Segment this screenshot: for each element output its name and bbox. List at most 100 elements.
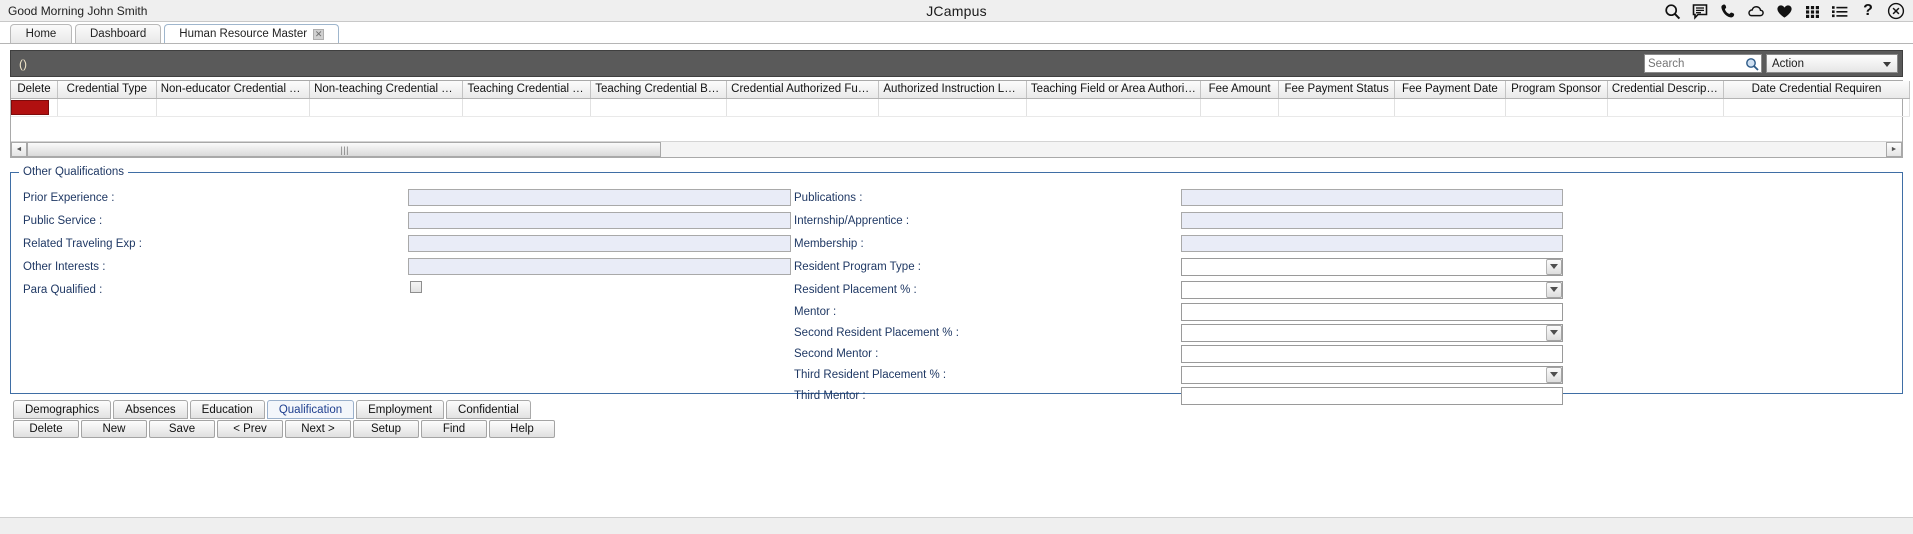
chevron-down-icon[interactable] bbox=[1546, 324, 1562, 341]
scrollbar-thumb[interactable]: ||| bbox=[27, 142, 661, 157]
chevron-down-icon[interactable] bbox=[1546, 281, 1562, 298]
button-label: New bbox=[102, 423, 126, 435]
help-icon[interactable]: ? bbox=[1859, 2, 1877, 20]
chat-icon[interactable] bbox=[1691, 2, 1709, 20]
application-body: () Action Delete bbox=[0, 44, 1913, 534]
column-header-delete[interactable]: Delete bbox=[11, 81, 58, 99]
setup-button[interactable]: Setup bbox=[353, 420, 419, 438]
window-tab-label: Human Resource Master bbox=[179, 28, 308, 40]
input-other-interests[interactable] bbox=[408, 258, 791, 275]
credential-grid: Delete Credential Type Non-educator Cred… bbox=[10, 80, 1911, 158]
find-button[interactable]: Find bbox=[421, 420, 487, 438]
input-internship-apprentice[interactable] bbox=[1181, 212, 1563, 229]
select-third-resident-placement-pct[interactable] bbox=[1181, 365, 1563, 384]
close-circle-icon[interactable] bbox=[1887, 2, 1905, 20]
search-icon[interactable] bbox=[1744, 56, 1759, 71]
select-resident-program-type[interactable] bbox=[1181, 257, 1563, 276]
grid-apps-icon[interactable] bbox=[1803, 2, 1821, 20]
delete-row-swatch[interactable] bbox=[11, 99, 49, 115]
scroll-right-arrow-icon[interactable]: ► bbox=[1886, 142, 1902, 157]
column-header-teaching-credential-basis[interactable]: Teaching Credential Basis bbox=[590, 81, 728, 99]
row-delete-cell[interactable] bbox=[11, 98, 58, 117]
search-input[interactable] bbox=[1645, 55, 1741, 72]
form-row-8: Second Mentor : bbox=[11, 342, 1902, 365]
label-public-service: Public Service : bbox=[23, 214, 103, 227]
prev-button[interactable]: < Prev bbox=[217, 420, 283, 438]
chevron-down-icon[interactable] bbox=[1546, 258, 1562, 275]
input-prior-experience[interactable] bbox=[408, 189, 791, 206]
cell-credential-authorized-function[interactable] bbox=[726, 98, 880, 117]
phone-icon[interactable] bbox=[1719, 2, 1737, 20]
column-header-non-educator-credential-type[interactable]: Non-educator Credential Type bbox=[156, 81, 311, 99]
cell-non-educator-credential-type[interactable] bbox=[156, 98, 311, 117]
input-mentor[interactable] bbox=[1181, 302, 1563, 321]
label-internship-apprentice: Internship/Apprentice : bbox=[794, 214, 910, 227]
cell-date-credential-required[interactable] bbox=[1723, 98, 1911, 117]
input-third-mentor[interactable] bbox=[1181, 386, 1563, 405]
form-row-10: Third Mentor : bbox=[11, 384, 1902, 407]
column-header-teaching-credential-type[interactable]: Teaching Credential Type bbox=[462, 81, 592, 99]
credential-table: Delete Credential Type Non-educator Cred… bbox=[11, 81, 1911, 117]
close-tab-icon[interactable]: ✕ bbox=[313, 28, 325, 40]
page-toolbar: () Action bbox=[10, 50, 1903, 77]
cell-program-sponsor[interactable] bbox=[1505, 98, 1608, 117]
search-box[interactable] bbox=[1644, 54, 1762, 73]
cell-teaching-credential-basis[interactable] bbox=[590, 98, 728, 117]
cell-teaching-credential-type[interactable] bbox=[462, 98, 592, 117]
window-tab-home[interactable]: Home bbox=[10, 24, 72, 43]
label-mentor: Mentor : bbox=[794, 305, 837, 318]
cell-fee-payment-status[interactable] bbox=[1278, 98, 1396, 117]
cloud-icon[interactable] bbox=[1747, 2, 1765, 20]
cell-authorized-instruction-level[interactable] bbox=[878, 98, 1027, 117]
new-button[interactable]: New bbox=[81, 420, 147, 438]
scroll-left-arrow-icon[interactable]: ◄ bbox=[11, 142, 27, 157]
button-label: Setup bbox=[370, 423, 402, 435]
input-publications[interactable] bbox=[1181, 189, 1563, 206]
input-related-traveling-exp[interactable] bbox=[408, 235, 791, 252]
select-second-resident-placement-pct[interactable] bbox=[1181, 323, 1563, 342]
chevron-down-icon bbox=[1883, 62, 1891, 67]
other-qualifications-section: Other Qualifications Prior Experience : … bbox=[10, 166, 1903, 405]
heart-icon[interactable] bbox=[1775, 2, 1793, 20]
help-button[interactable]: Help bbox=[489, 420, 555, 438]
input-second-mentor[interactable] bbox=[1181, 344, 1563, 363]
column-header-date-credential-required[interactable]: Date Credential Requiren bbox=[1723, 81, 1911, 99]
next-button[interactable]: Next > bbox=[285, 420, 351, 438]
window-tab-dashboard[interactable]: Dashboard bbox=[75, 24, 162, 43]
input-membership[interactable] bbox=[1181, 235, 1563, 252]
cell-fee-amount[interactable] bbox=[1200, 98, 1280, 117]
chevron-down-icon[interactable] bbox=[1546, 366, 1562, 383]
cell-credential-type[interactable] bbox=[57, 98, 157, 117]
form-row-2: Public Service : Internship/Apprentice : bbox=[11, 209, 1902, 232]
save-button[interactable]: Save bbox=[149, 420, 215, 438]
cell-teaching-field-or-area-authorized[interactable] bbox=[1026, 98, 1202, 117]
column-header-teaching-field-or-area-authorized[interactable]: Teaching Field or Area Authorized bbox=[1026, 81, 1202, 99]
column-header-authorized-instruction-level[interactable]: Authorized Instruction Level bbox=[878, 81, 1027, 99]
column-header-fee-amount[interactable]: Fee Amount bbox=[1200, 81, 1280, 99]
select-resident-placement-pct[interactable] bbox=[1181, 280, 1563, 299]
delete-button[interactable]: Delete bbox=[13, 420, 79, 438]
action-dropdown[interactable]: Action bbox=[1766, 54, 1898, 73]
column-header-credential-description[interactable]: Credential Descripti... bbox=[1607, 81, 1724, 99]
column-header-fee-payment-status[interactable]: Fee Payment Status bbox=[1278, 81, 1396, 99]
input-public-service[interactable] bbox=[408, 212, 791, 229]
checkbox-para-qualified[interactable] bbox=[410, 281, 422, 293]
scrollbar-track[interactable]: ||| bbox=[27, 142, 1886, 157]
toolbar-controls: Action bbox=[1644, 54, 1898, 73]
column-header-fee-payment-date[interactable]: Fee Payment Date bbox=[1394, 81, 1506, 99]
column-header-credential-type[interactable]: Credential Type bbox=[57, 81, 157, 99]
cell-non-teaching-credential-type[interactable] bbox=[309, 98, 464, 117]
grid-horizontal-scrollbar[interactable]: ◄ ||| ► bbox=[11, 141, 1902, 157]
search-icon[interactable] bbox=[1663, 2, 1681, 20]
table-row[interactable] bbox=[11, 98, 1911, 117]
label-membership: Membership : bbox=[794, 237, 864, 250]
button-label: Next > bbox=[301, 423, 335, 435]
column-header-program-sponsor[interactable]: Program Sponsor bbox=[1505, 81, 1608, 99]
form-row-1: Prior Experience : Publications : bbox=[11, 186, 1902, 209]
cell-fee-payment-date[interactable] bbox=[1394, 98, 1506, 117]
window-tab-human-resource-master[interactable]: Human Resource Master ✕ bbox=[164, 24, 340, 43]
column-header-credential-authorized-function[interactable]: Credential Authorized Function bbox=[726, 81, 880, 99]
cell-credential-description[interactable] bbox=[1607, 98, 1724, 117]
list-icon[interactable] bbox=[1831, 2, 1849, 20]
column-header-non-teaching-credential-type[interactable]: Non-teaching Credential Type bbox=[309, 81, 464, 99]
